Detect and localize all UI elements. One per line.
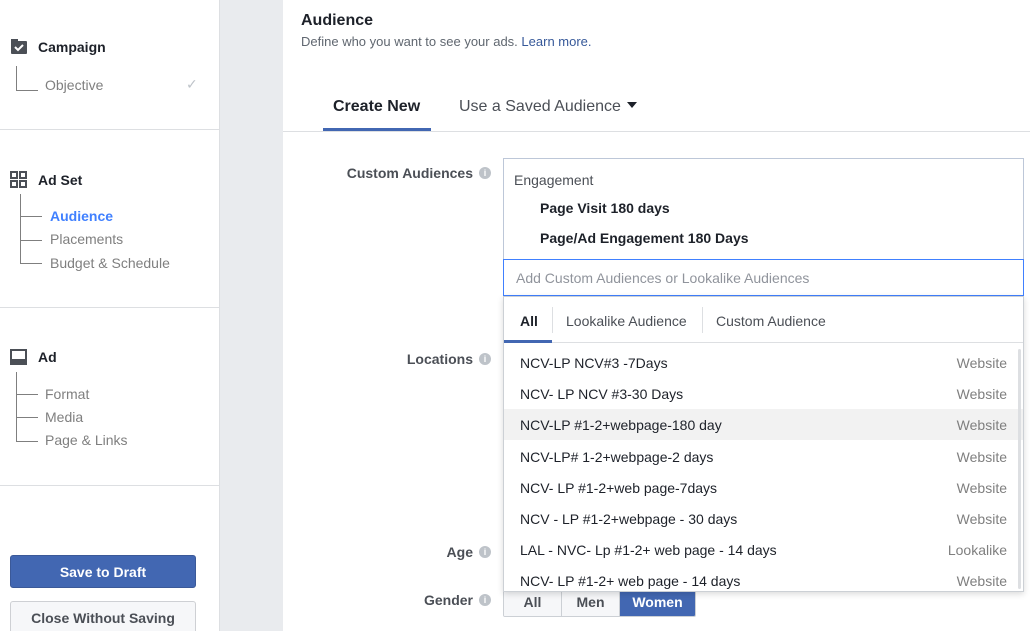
list-item[interactable]: NCV- LP #1-2+web page-7days Website bbox=[504, 472, 1023, 503]
list-item[interactable]: NCV - LP #1-2+webpage - 30 days Website bbox=[504, 503, 1023, 534]
tree-line bbox=[20, 263, 42, 264]
grid-icon bbox=[10, 171, 27, 188]
tab-divider bbox=[702, 307, 703, 333]
locations-label-text: Locations bbox=[406, 351, 473, 367]
audience-name: LAL - NVC- Lp #1-2+ web page - 14 days bbox=[520, 541, 777, 558]
info-icon[interactable]: i bbox=[479, 167, 491, 180]
audience-type: Website bbox=[956, 354, 1007, 371]
audience-name: NCV-LP# 1-2+webpage-2 days bbox=[520, 448, 714, 465]
sidebar-item-page-links[interactable]: Page & Links bbox=[45, 432, 128, 448]
list-item[interactable]: NCV- LP #1-2+ web page - 14 days Website bbox=[504, 565, 1023, 596]
tree-line bbox=[16, 394, 38, 395]
info-icon[interactable]: i bbox=[479, 594, 491, 607]
audience-type: Website bbox=[956, 572, 1007, 589]
ad-preview-icon bbox=[10, 348, 27, 365]
audience-name: NCV-LP NCV#3 -7Days bbox=[520, 354, 668, 371]
list-item[interactable]: NCV-LP# 1-2+webpage-2 days Website bbox=[504, 441, 1023, 472]
custom-audience-search-input[interactable]: Add Custom Audiences or Lookalike Audien… bbox=[503, 259, 1024, 296]
audience-type: Lookalike bbox=[947, 541, 1007, 558]
audience-tabs: Create New Use a Saved Audience bbox=[283, 88, 1030, 132]
tree-line bbox=[16, 417, 38, 418]
tree-line bbox=[16, 90, 38, 91]
page-subtitle: Define who you want to see your ads. Lea… bbox=[301, 34, 592, 49]
gutter bbox=[220, 0, 283, 631]
tree-line bbox=[20, 194, 21, 263]
audience-name: NCV - LP #1-2+webpage - 30 days bbox=[520, 510, 738, 527]
locations-label: Locations i bbox=[301, 351, 491, 367]
audience-type: Website bbox=[956, 416, 1007, 433]
dropdown-tab-custom[interactable]: Custom Audience bbox=[716, 313, 826, 329]
age-label-text: Age bbox=[446, 544, 473, 560]
gender-label: Gender i bbox=[301, 592, 491, 608]
dropdown-scrollbar[interactable] bbox=[1018, 349, 1021, 589]
tree-line bbox=[16, 441, 38, 442]
list-item[interactable]: LAL - NVC- Lp #1-2+ web page - 14 days L… bbox=[504, 534, 1023, 565]
save-to-draft-button[interactable]: Save to Draft bbox=[10, 555, 196, 588]
tab-saved-audience[interactable]: Use a Saved Audience bbox=[459, 98, 637, 116]
ad-set-header[interactable]: Ad Set bbox=[10, 171, 82, 188]
info-icon[interactable]: i bbox=[479, 353, 491, 366]
sidebar-item-budget-schedule[interactable]: Budget & Schedule bbox=[50, 255, 170, 271]
tree-line bbox=[16, 66, 17, 90]
audience-name: NCV- LP #1-2+ web page - 14 days bbox=[520, 572, 741, 589]
ad-set-title: Ad Set bbox=[38, 171, 83, 188]
active-tab-indicator bbox=[323, 128, 431, 131]
audience-type: Website bbox=[956, 479, 1007, 496]
dropdown-active-tab-indicator bbox=[504, 340, 552, 343]
info-icon[interactable]: i bbox=[479, 546, 491, 559]
sidebar-item-media[interactable]: Media bbox=[45, 409, 83, 425]
page-title: Audience bbox=[301, 12, 374, 29]
audience-type: Website bbox=[956, 510, 1007, 527]
custom-audiences-label: Custom Audiences i bbox=[301, 165, 491, 181]
ad-section: Ad Format Media Page & Links bbox=[0, 308, 219, 486]
audience-dropdown: All Lookalike Audience Custom Audience N… bbox=[503, 296, 1024, 592]
dropdown-tab-lookalike[interactable]: Lookalike Audience bbox=[566, 313, 687, 329]
close-without-saving-button[interactable]: Close Without Saving bbox=[10, 601, 196, 631]
left-sidebar: Campaign Objective ✓ Ad Set Audience Pla… bbox=[0, 0, 220, 631]
tab-divider bbox=[552, 307, 553, 333]
campaign-header[interactable]: Campaign bbox=[10, 38, 106, 55]
ad-header[interactable]: Ad bbox=[10, 348, 57, 365]
checkmark-icon: ✓ bbox=[186, 76, 198, 92]
gender-label-text: Gender bbox=[423, 592, 473, 608]
learn-more-link[interactable]: Learn more. bbox=[521, 34, 591, 49]
audience-panel: Audience Define who you want to see your… bbox=[283, 0, 1030, 631]
audience-type: Website bbox=[956, 385, 1007, 402]
campaign-icon bbox=[10, 38, 27, 55]
tree-line bbox=[16, 372, 17, 441]
sidebar-item-objective[interactable]: Objective bbox=[45, 77, 103, 93]
audience-type: Website bbox=[956, 448, 1007, 465]
audience-name: NCV- LP NCV #3-30 Days bbox=[520, 385, 684, 402]
sidebar-item-placements[interactable]: Placements bbox=[50, 231, 123, 247]
caret-down-icon bbox=[626, 101, 637, 108]
subtitle-text: Define who you want to see your ads. bbox=[301, 34, 518, 49]
age-label: Age i bbox=[301, 544, 491, 560]
dropdown-tabs: All Lookalike Audience Custom Audience bbox=[504, 297, 1023, 343]
sidebar-item-format[interactable]: Format bbox=[45, 386, 89, 402]
ad-set-section: Ad Set Audience Placements Budget & Sche… bbox=[0, 130, 219, 308]
dropdown-tab-all[interactable]: All bbox=[520, 313, 538, 329]
tree-line bbox=[20, 240, 42, 241]
sidebar-item-audience[interactable]: Audience bbox=[50, 208, 113, 224]
list-item[interactable]: NCV-LP #1-2+webpage-180 day Website bbox=[504, 409, 1023, 440]
campaign-title: Campaign bbox=[38, 38, 106, 55]
tab-saved-label: Use a Saved Audience bbox=[459, 98, 621, 115]
tab-create-new[interactable]: Create New bbox=[333, 98, 420, 116]
list-item[interactable]: NCV-LP NCV#3 -7Days Website bbox=[504, 347, 1023, 378]
audience-category: Engagement bbox=[514, 172, 594, 188]
selected-audience-item[interactable]: Page/Ad Engagement 180 Days bbox=[540, 230, 749, 246]
custom-audiences-label-text: Custom Audiences bbox=[346, 165, 473, 181]
selected-audience-item[interactable]: Page Visit 180 days bbox=[540, 200, 670, 216]
audience-name: NCV-LP #1-2+webpage-180 day bbox=[520, 416, 722, 433]
list-item[interactable]: NCV- LP NCV #3-30 Days Website bbox=[504, 378, 1023, 409]
audience-name: NCV- LP #1-2+web page-7days bbox=[520, 479, 718, 496]
campaign-section: Campaign Objective ✓ bbox=[0, 0, 219, 130]
selected-audiences-box: Engagement Page Visit 180 days Page/Ad E… bbox=[503, 158, 1024, 262]
tree-line bbox=[20, 216, 42, 217]
ad-title: Ad bbox=[38, 348, 57, 365]
